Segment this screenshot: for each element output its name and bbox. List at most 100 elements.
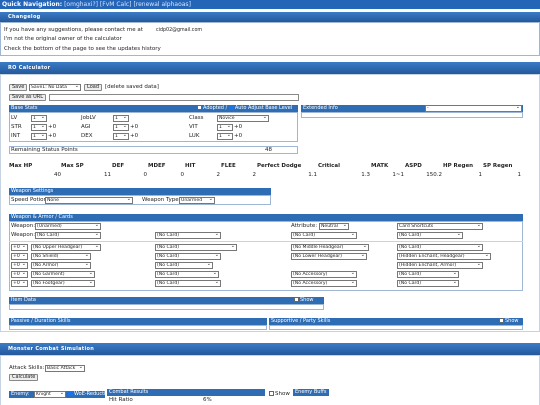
armor-refine-select[interactable]: +0: [11, 262, 28, 269]
str-label: STR: [11, 124, 22, 130]
weapon-card-select-1[interactable]: (No Card): [35, 232, 101, 239]
shield-select[interactable]: (No Shield): [31, 253, 91, 260]
load-button[interactable]: Load: [84, 84, 102, 91]
weapon-card-select-4[interactable]: (No Card): [397, 232, 463, 239]
supportive-show-checkbox[interactable]: [499, 318, 504, 323]
attack-skills-label: Attack Skills:: [9, 365, 45, 371]
vit-label: VIT: [189, 124, 198, 130]
max-hp-label: Max HP: [9, 163, 33, 169]
hit-label: HIT: [185, 163, 196, 169]
lv-select[interactable]: 1: [31, 115, 47, 122]
save-url-field[interactable]: [49, 94, 299, 101]
supportive-skills-header: Supportive / Party Skills Show: [269, 318, 523, 325]
hit-ratio-value: 6%: [203, 397, 212, 403]
woe-reduction-checkbox[interactable]: [68, 391, 73, 396]
armor-select[interactable]: (No Armor): [31, 262, 91, 269]
supportive-skills-title: Supportive / Party Skills: [271, 318, 331, 324]
weapon-card-select-2[interactable]: (No Card): [155, 232, 221, 239]
quick-nav-label: Quick Navigation:: [2, 1, 63, 8]
str-select[interactable]: 1: [31, 124, 47, 131]
mdef-value: 0: [180, 172, 185, 178]
card-shortcuts-select[interactable]: Card Shortcuts: [397, 223, 483, 230]
class-label: Class: [189, 115, 204, 121]
flee-label: FLEE: [221, 163, 236, 169]
matk-label: MATK: [371, 163, 389, 169]
str-bonus: +0: [48, 124, 57, 130]
attribute-select[interactable]: Neutral: [319, 223, 349, 230]
def-value: 0: [143, 172, 148, 178]
armor-cards-header: Weapon & Armor / Cards: [9, 214, 523, 221]
weapon-type-select[interactable]: Unarmed: [179, 197, 215, 204]
upper-headgear-card-select[interactable]: (No Card): [155, 244, 237, 251]
accessory-2-select[interactable]: (No Accessory): [291, 280, 357, 287]
upper-headgear-refine-select[interactable]: +0: [11, 244, 28, 251]
shield-refine-select[interactable]: +0: [11, 253, 28, 260]
aspd-value: 150.2: [426, 172, 442, 178]
item-data-show-checkbox[interactable]: [294, 297, 299, 302]
weapon-settings-header: Weapon Settings: [9, 188, 271, 195]
extended-info-select[interactable]: -: [425, 105, 522, 112]
sp-regen-value: 1: [517, 172, 522, 178]
auto-adjust-checkbox[interactable]: [228, 105, 234, 110]
extended-info-panel: [301, 112, 523, 118]
dex-bonus: +0: [130, 133, 139, 139]
agi-select[interactable]: 1: [113, 124, 129, 131]
footgear-refine-select[interactable]: +0: [11, 280, 28, 287]
changelog-panel: If you have any suggestions, please cont…: [0, 22, 540, 56]
enemy-select[interactable]: Knight: [34, 391, 66, 398]
summary-stats: Max HP Max SP DEF MDEF HIT FLEE Perfect …: [9, 163, 523, 181]
hidden-enchant-armor-select[interactable]: (Hidden Enchant, Armor): [397, 262, 483, 269]
mdef-label: MDEF: [148, 163, 166, 169]
accessory-2-card-select[interactable]: (No Card): [397, 280, 459, 287]
flee-value: 2: [252, 172, 257, 178]
save-button[interactable]: Save: [9, 84, 28, 91]
shield-card-select[interactable]: (No Card): [155, 253, 221, 260]
passive-skills-panel: [9, 325, 267, 330]
save-as-url-button[interactable]: Save as URL: [9, 94, 47, 101]
luk-select[interactable]: 1: [217, 133, 233, 140]
joblv-label: JobLV: [81, 115, 96, 121]
middle-headgear-card-select[interactable]: (No Card): [397, 244, 483, 251]
dex-select[interactable]: 1: [113, 133, 129, 140]
garment-refine-select[interactable]: +0: [11, 271, 28, 278]
luk-label: LUK: [189, 133, 200, 139]
monster-combat-header: Monster Combat Simulation: [0, 343, 540, 355]
base-stats-title: Base Stats: [11, 105, 38, 111]
adopted-label: Adopted /: [203, 105, 228, 111]
adopted-checkbox[interactable]: [197, 105, 202, 110]
garment-select[interactable]: (No Garment): [31, 271, 95, 278]
int-select[interactable]: 1: [31, 133, 47, 140]
accessory-1-card-select[interactable]: (No Card): [397, 271, 459, 278]
class-select[interactable]: Novice: [217, 115, 269, 122]
footgear-card-select[interactable]: (No Card): [155, 280, 221, 287]
changelog-line-1: If you have any suggestions, please cont…: [4, 27, 143, 33]
nav-link-omghaxi[interactable]: [omghaxi?]: [64, 1, 98, 8]
weapon-card-select-3[interactable]: (No Card): [291, 232, 357, 239]
vit-select[interactable]: 1: [217, 124, 233, 131]
weapon-select[interactable]: (Unarmed): [35, 223, 101, 230]
attack-skills-select[interactable]: Basic Attack: [45, 365, 85, 372]
hit-ratio-label: Hit Ratio: [109, 397, 133, 403]
save-slot-select[interactable]: Save1: No Data: [29, 84, 81, 91]
calculate-button[interactable]: Calculate: [9, 374, 39, 381]
joblv-select[interactable]: 1: [113, 115, 129, 122]
upper-headgear-select[interactable]: (No Upper Headgear): [31, 244, 101, 251]
nav-link-fvm-calc[interactable]: [FvM Calc]: [100, 1, 132, 8]
delete-saved-data-link[interactable]: [delete saved data]: [105, 84, 159, 91]
sp-regen-label: SP Regen: [483, 163, 513, 169]
speed-potion-select[interactable]: None: [45, 197, 133, 204]
accessory-1-select[interactable]: (No Accessory): [291, 271, 357, 278]
enemy-buffs-show-checkbox[interactable]: [269, 391, 274, 396]
lower-headgear-select[interactable]: (No Lower Headgear): [291, 253, 367, 260]
hidden-enchant-headgear-select[interactable]: (Hidden Enchant, Headgear): [397, 253, 491, 260]
aspd-label: ASPD: [405, 163, 422, 169]
int-label: INT: [11, 133, 21, 139]
middle-headgear-select[interactable]: (No Middle Headgear): [291, 244, 369, 251]
armor-card-select[interactable]: (No Card): [155, 262, 213, 269]
nav-link-renewal[interactable]: [renewal alphaoas]: [133, 1, 190, 8]
footgear-select[interactable]: (No Footgear): [31, 280, 95, 287]
enemy-buffs-show: Show: [269, 391, 290, 398]
garment-card-select[interactable]: (No Card): [155, 271, 219, 278]
enemy-label: Enemy:: [11, 391, 30, 397]
item-data-title: Item Data: [11, 297, 36, 303]
